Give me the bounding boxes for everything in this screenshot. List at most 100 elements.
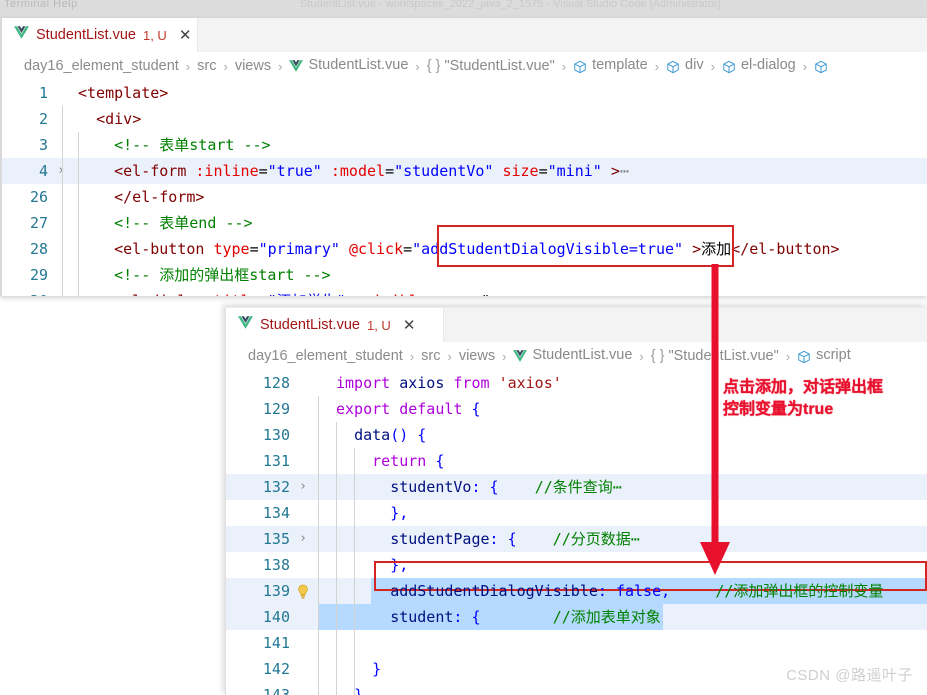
line-number: 2 — [38, 110, 48, 128]
fold-chevron-icon[interactable]: › — [294, 526, 312, 552]
code-line[interactable]: 141 — [226, 630, 927, 656]
breadcrumb-item[interactable]: { } "StudentList.vue" — [651, 348, 779, 364]
breadcrumb-separator: › — [802, 58, 808, 74]
line-number: 140 — [262, 608, 290, 626]
code-line[interactable]: 131 return { — [226, 448, 927, 474]
cube-icon — [722, 59, 736, 75]
tab-studentlist-vue-top[interactable]: StudentList.vue 1, U ✕ — [2, 18, 198, 52]
line-number: 139 — [262, 582, 290, 600]
code-line[interactable]: 27 <!-- 表单end --> — [2, 210, 927, 236]
breadcrumb-label: script — [816, 347, 851, 363]
breadcrumb-item[interactable]: { } "StudentList.vue" — [427, 58, 555, 74]
code-line[interactable]: 4 › <el-form :inline="true" :model="stude… — [2, 158, 927, 184]
code-line-text: return { — [372, 452, 445, 470]
code-line[interactable]: 2 <div> — [2, 106, 927, 132]
breadcrumb-item[interactable]: day16_element_student — [24, 58, 179, 74]
breadcrumb-separator: › — [185, 58, 191, 74]
breadcrumb-label: div — [685, 57, 704, 73]
line-number: 134 — [262, 504, 290, 522]
code-line-text: }, — [390, 504, 409, 522]
code-line[interactable]: 3 <!-- 表单start --> — [2, 132, 927, 158]
line-number: 143 — [262, 686, 290, 695]
breadcrumb-label: StudentList.vue — [308, 57, 409, 73]
code-line[interactable]: 26 </el-form> — [2, 184, 927, 210]
cube-icon — [666, 59, 680, 75]
line-number: 142 — [262, 660, 290, 678]
breadcrumb-label: views — [234, 58, 272, 74]
breadcrumb-label: src — [197, 58, 217, 74]
breadcrumb-separator: › — [447, 348, 452, 364]
line-number: 138 — [262, 556, 290, 574]
line-number: 128 — [262, 374, 290, 392]
fold-chevron-icon[interactable]: › — [294, 474, 312, 500]
fold-chevron-icon[interactable]: › — [52, 158, 70, 184]
line-number: 4 — [38, 162, 48, 180]
code-line[interactable]: 135 › studentPage: { //分页数据⋯ — [226, 526, 927, 552]
line-number: 1 — [38, 84, 48, 102]
code-line-text: <!-- 表单start --> — [114, 136, 271, 154]
breadcrumb-item[interactable]: src — [421, 348, 440, 364]
code-line[interactable]: 30 <el-dialog title="添加学生" :visible.sync… — [2, 288, 927, 296]
code-line[interactable]: 134 }, — [226, 500, 927, 526]
code-line-text: } — [354, 686, 364, 695]
breadcrumb-top[interactable]: day16_element_student › src › views › StudentL… — [2, 52, 927, 80]
code-line-text: <!-- 表单end --> — [114, 214, 253, 232]
tab-bar-top: StudentList.vue 1, U ✕ — [2, 18, 927, 52]
breadcrumb-label: "StudentList.vue" — [668, 348, 779, 364]
breadcrumb-label: views — [458, 348, 496, 364]
cube-icon — [814, 59, 828, 75]
tab-studentlist-vue-bottom[interactable]: StudentList.vue 1, U ✕ — [226, 308, 444, 342]
breadcrumb-label: StudentList.vue — [532, 347, 633, 363]
code-line[interactable]: 29 <!-- 添加的弹出框start --> — [2, 262, 927, 288]
breadcrumb-separator: › — [502, 348, 507, 364]
breadcrumb-label: el-dialog — [740, 57, 796, 73]
breadcrumb-item[interactable]: src — [197, 58, 216, 74]
code-line[interactable]: 140 student: { //添加表单对象 — [226, 604, 927, 630]
code-line[interactable]: 139 addStudentDialogVisible: false, //添加… — [226, 578, 927, 604]
code-line-text: <el-button type="primary" @click="addStu… — [114, 240, 840, 258]
line-number: 29 — [29, 266, 48, 284]
breadcrumb-item[interactable]: script — [797, 347, 851, 365]
breadcrumb-separator: › — [561, 58, 567, 74]
code-line-text: addStudentDialogVisible: false, //添加弹出框的… — [390, 582, 884, 600]
tab-label: StudentList.vue — [260, 317, 360, 333]
code-line-text: <template> — [78, 84, 169, 102]
code-line[interactable]: 1 <template> — [2, 80, 927, 106]
code-line-text: data() { — [354, 426, 427, 444]
line-number: 30 — [2, 288, 48, 296]
breadcrumb-item[interactable]: div — [666, 57, 704, 75]
line-number: 130 — [262, 426, 290, 444]
code-line-text: import axios from 'axios' — [336, 374, 562, 392]
breadcrumb-label: template — [592, 57, 648, 73]
breadcrumb-bottom[interactable]: day16_element_student › src › views › StudentL… — [226, 342, 927, 370]
breadcrumb-item[interactable]: views — [459, 348, 495, 364]
breadcrumb-item[interactable]: views — [235, 58, 271, 74]
code-line-text: studentPage: { //分页数据⋯ — [390, 530, 640, 548]
code-line[interactable]: 28 <el-button type="primary" @click="add… — [2, 236, 927, 262]
vue-icon — [14, 26, 29, 44]
breadcrumb-separator: › — [223, 58, 228, 74]
code-line[interactable]: 138 }, — [226, 552, 927, 578]
tab-status-badge: 1, U — [366, 317, 391, 333]
tab-label: StudentList.vue — [36, 27, 136, 43]
breadcrumb-separator: › — [654, 58, 660, 74]
breadcrumb-item[interactable]: el-dialog — [722, 57, 796, 75]
code-line-text: <el-form :inline="true" :model="studentV… — [114, 162, 629, 180]
annotation-callout-line1: 点击添加，对话弹出框 — [723, 379, 884, 396]
editor-window-top: StudentList.vue 1, U ✕ day16_element_stu… — [0, 18, 927, 296]
breadcrumb-item[interactable]: template — [573, 57, 648, 75]
line-number: 141 — [262, 634, 290, 652]
indent-guide — [62, 106, 63, 296]
code-line[interactable]: 130 data() { — [226, 422, 927, 448]
code-line[interactable]: 132 › studentVo: { //条件查询⋯ — [226, 474, 927, 500]
code-editor-top[interactable]: 1 <template> 2 <div> 3 <!-- 表单start --> 4 › <… — [2, 80, 927, 296]
window-title-text: StudentList.vue - workspaces_2022_java_2… — [300, 0, 721, 10]
close-icon[interactable]: ✕ — [179, 28, 192, 43]
breadcrumb-item[interactable]: StudentList.vue — [513, 347, 632, 365]
breadcrumb-label: day16_element_student — [24, 58, 179, 74]
breadcrumb-item[interactable]: day16_element_student — [248, 348, 403, 364]
breadcrumb-separator: › — [710, 58, 715, 74]
breadcrumb-item[interactable] — [814, 57, 833, 75]
breadcrumb-item[interactable]: StudentList.vue — [289, 57, 408, 75]
close-icon[interactable]: ✕ — [403, 318, 416, 333]
